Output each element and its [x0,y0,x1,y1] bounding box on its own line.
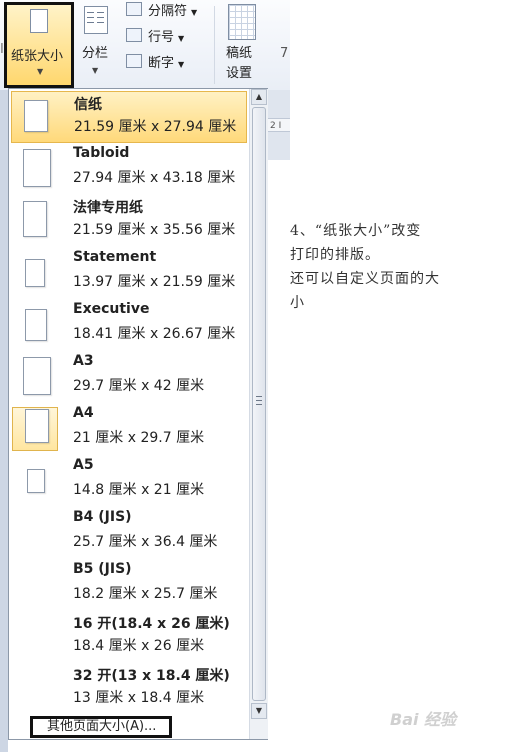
paper-size-name: A4 [73,405,94,421]
page-thumbnail-icon [24,100,48,132]
paper-size-item[interactable]: Executive 18.41 厘米 x 26.67 厘米 [11,299,247,351]
paper-size-item[interactable]: B4 (JIS) 25.7 厘米 x 36.4 厘米 [11,507,247,559]
breaks-label: 分隔符 [148,4,188,19]
paper-size-item[interactable]: 信纸 21.59 厘米 x 27.94 厘米 [11,91,247,143]
paper-size-dimensions: 18.4 厘米 x 26 厘米 [73,638,205,654]
page-thumbnail-icon [25,409,49,443]
paper-size-dimensions: 14.8 厘米 x 21 厘米 [73,482,205,498]
line-numbers-button[interactable]: 行号 ▼ [126,26,184,45]
scroll-up-icon[interactable]: ▲ [251,89,267,105]
paper-size-dimensions: 13.97 厘米 x 21.59 厘米 [73,274,236,290]
draft-paper-icon [228,4,256,40]
paper-size-label: 纸张大小 [11,49,64,64]
line-numbers-label: 行号 [148,30,175,45]
paper-size-item[interactable]: A5 14.8 厘米 x 21 厘米 [11,455,247,507]
scroll-thumb[interactable] [252,107,266,701]
paper-size-name: Statement [73,249,157,265]
watermark-logo: Bai 经验 [390,710,457,729]
paper-size-item[interactable]: 32 开(13 x 18.4 厘米) 13 厘米 x 18.4 厘米 [11,663,247,715]
breaks-button[interactable]: 分隔符 ▼ [126,0,197,19]
paper-size-dimensions: 27.94 厘米 x 43.18 厘米 [73,170,236,186]
paper-size-name: 16 开(18.4 x 26 厘米) [73,616,230,632]
ribbon-page-setup: I 纸张大小 ▼ 分栏 ▼ 分隔符 ▼ 行号 ▼ 断字 ▼ 稿纸 设置 7 [0,0,290,91]
columns-dropdown-icon[interactable]: ▼ [92,66,98,75]
paper-size-item[interactable]: 法律专用纸 21.59 厘米 x 35.56 厘米 [11,195,247,247]
paper-size-name: B4 (JIS) [73,509,132,525]
paper-size-name: 信纸 [74,97,102,113]
paper-size-dimensions: 21 厘米 x 29.7 厘米 [73,430,205,446]
ruler: 2 I [268,118,290,132]
paper-size-item[interactable]: B5 (JIS) 18.2 厘米 x 25.7 厘米 [11,559,247,611]
paper-size-name: Tabloid [73,145,130,161]
columns-icon [84,6,108,34]
paper-size-dimensions: 18.2 厘米 x 25.7 厘米 [73,586,218,602]
draft-settings-label-1[interactable]: 稿纸 [226,42,252,61]
paper-size-button[interactable]: 纸张大小 ▼ [4,2,74,88]
breaks-dropdown-icon: ▼ [191,8,198,17]
breaks-icon [126,2,142,16]
note-line-1: 4、“纸张大小”改变 [290,223,422,239]
page-thumbnail-icon [23,149,51,187]
paper-size-dimensions: 21.59 厘米 x 27.94 厘米 [74,119,237,135]
paper-size-dimensions: 13 厘米 x 18.4 厘米 [73,690,205,706]
grip-icon [256,396,262,405]
draft-settings-label-2[interactable]: 设置 [226,62,252,81]
scrollbar[interactable]: ▲ ▼ [249,89,268,739]
more-paper-sizes-button[interactable]: 其他页面大小(A)... [30,716,172,738]
dropdown-arrow-icon: ▼ [37,67,44,76]
ribbon-separator [214,6,215,84]
page-icon [30,9,48,33]
page-thumbnail-icon [27,469,45,493]
paper-size-dimensions: 21.59 厘米 x 35.56 厘米 [73,222,236,238]
paper-size-name: A5 [73,457,94,473]
hyphenation-button[interactable]: 断字 ▼ [126,52,184,71]
paper-size-item[interactable]: 16 开(18.4 x 26 厘米) 18.4 厘米 x 26 厘米 [11,611,247,663]
hyphenation-label: 断字 [148,56,175,71]
page-thumbnail-icon [23,357,51,395]
paper-size-name: B5 (JIS) [73,561,132,577]
page-thumbnail-icon [25,259,45,287]
paper-size-item[interactable]: A4 21 厘米 x 29.7 厘米 [11,403,247,455]
page-thumbnail-icon [23,201,47,237]
paper-size-item[interactable]: Tabloid 27.94 厘米 x 43.18 厘米 [11,143,247,195]
hyphenation-icon [126,54,142,68]
document-margin [0,90,8,752]
line-numbers-dropdown-icon: ▼ [178,34,185,43]
line-numbers-icon [126,28,142,42]
hyphenation-dropdown-icon: ▼ [178,60,185,69]
partial-label-right: 7 [280,46,289,61]
columns-button[interactable]: 分栏 [82,42,108,61]
paper-size-dimensions: 25.7 厘米 x 36.4 厘米 [73,534,218,550]
note-line-3: 还可以自定义页面的大 [290,271,440,287]
paper-size-dimensions: 29.7 厘米 x 42 厘米 [73,378,205,394]
paper-size-name: A3 [73,353,94,369]
note-line-4: 小 [290,295,305,311]
page-thumbnail-icon [25,309,47,341]
paper-size-name: 法律专用纸 [73,200,143,216]
note-line-2: 打印的排版。 [290,247,380,263]
scroll-down-icon[interactable]: ▼ [251,703,267,719]
paper-size-name: Executive [73,301,150,317]
paper-size-name: 32 开(13 x 18.4 厘米) [73,668,230,684]
paper-size-dimensions: 18.41 厘米 x 26.67 厘米 [73,326,236,342]
paper-size-item[interactable]: Statement 13.97 厘米 x 21.59 厘米 [11,247,247,299]
paper-size-item[interactable]: A3 29.7 厘米 x 42 厘米 [11,351,247,403]
paper-size-dropdown: 信纸 21.59 厘米 x 27.94 厘米 Tabloid 27.94 厘米 x 4… [8,88,268,740]
